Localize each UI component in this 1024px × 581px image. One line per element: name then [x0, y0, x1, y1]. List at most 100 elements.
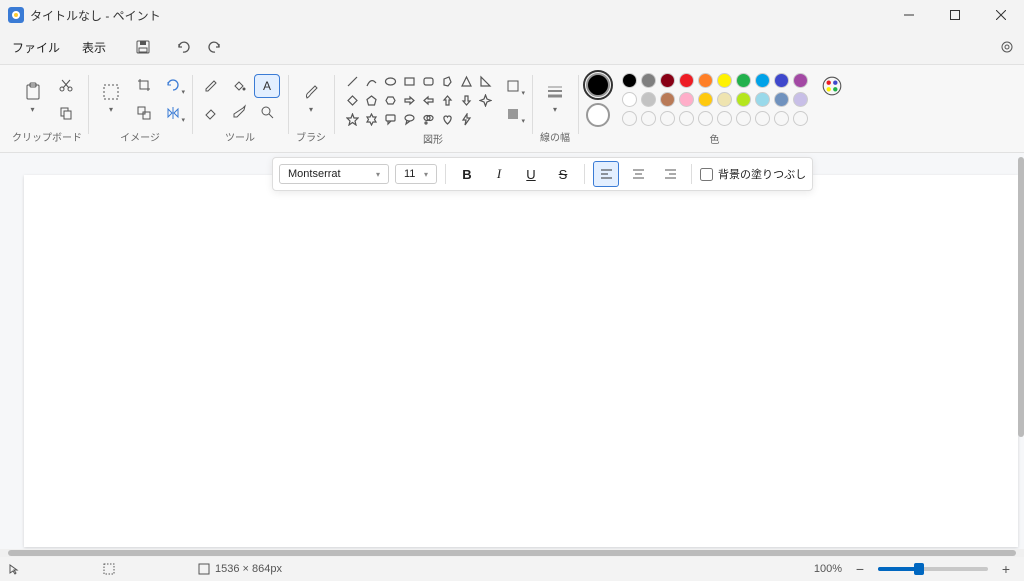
- font-size-select[interactable]: 11▾: [395, 164, 437, 184]
- resize-button[interactable]: [131, 101, 157, 125]
- shape-arrow-down[interactable]: [458, 92, 474, 108]
- flip-button[interactable]: ▾: [160, 101, 186, 125]
- shape-hexagon[interactable]: [382, 92, 398, 108]
- text-tool[interactable]: A: [254, 74, 280, 98]
- shape-callout-rect[interactable]: [382, 111, 398, 127]
- redo-button[interactable]: [200, 32, 230, 62]
- swatch[interactable]: [660, 73, 675, 88]
- horizontal-scrollbar[interactable]: [0, 549, 1024, 557]
- swatch-empty[interactable]: [774, 111, 789, 126]
- swatch[interactable]: [622, 73, 637, 88]
- font-family-select[interactable]: Montserrat▾: [279, 164, 389, 184]
- align-left-button[interactable]: [593, 161, 619, 187]
- underline-button[interactable]: U: [518, 161, 544, 187]
- swatch-empty[interactable]: [641, 111, 656, 126]
- magnifier-tool[interactable]: [254, 100, 280, 124]
- shape-right-triangle[interactable]: [477, 73, 493, 89]
- save-button[interactable]: [128, 32, 158, 62]
- paste-button[interactable]: ▾: [16, 76, 50, 122]
- line-width-button[interactable]: ▾: [538, 76, 572, 122]
- shape-star6[interactable]: [363, 111, 379, 127]
- crop-button[interactable]: [131, 73, 157, 97]
- shape-rect[interactable]: [401, 73, 417, 89]
- shape-star4[interactable]: [477, 92, 493, 108]
- close-button[interactable]: [978, 0, 1024, 30]
- menu-view[interactable]: 表示: [72, 33, 116, 62]
- maximize-button[interactable]: [932, 0, 978, 30]
- shape-callout-cloud[interactable]: [420, 111, 436, 127]
- cut-button[interactable]: [53, 73, 79, 97]
- swatch[interactable]: [698, 92, 713, 107]
- brush-button[interactable]: ▾: [294, 76, 328, 122]
- swatch-empty[interactable]: [717, 111, 732, 126]
- swatch[interactable]: [755, 73, 770, 88]
- copy-button[interactable]: [53, 101, 79, 125]
- swatch[interactable]: [755, 92, 770, 107]
- swatch[interactable]: [793, 92, 808, 107]
- swatch-empty[interactable]: [660, 111, 675, 126]
- fill-tool[interactable]: [226, 74, 252, 98]
- zoom-in-button[interactable]: +: [996, 559, 1016, 579]
- menu-file[interactable]: ファイル: [2, 33, 70, 62]
- swatch-empty[interactable]: [793, 111, 808, 126]
- shape-line[interactable]: [344, 73, 360, 89]
- swatch-empty[interactable]: [622, 111, 637, 126]
- bold-button[interactable]: B: [454, 161, 480, 187]
- swatch[interactable]: [736, 92, 751, 107]
- align-center-button[interactable]: [625, 161, 651, 187]
- swatch[interactable]: [679, 73, 694, 88]
- shape-fill-button[interactable]: ▾: [500, 102, 526, 126]
- settings-button[interactable]: [992, 32, 1022, 62]
- swatch[interactable]: [641, 92, 656, 107]
- pencil-tool[interactable]: [198, 74, 224, 98]
- canvas[interactable]: [24, 175, 1018, 547]
- swatch[interactable]: [793, 73, 808, 88]
- shape-heart[interactable]: [439, 111, 455, 127]
- shape-arrow-left[interactable]: [420, 92, 436, 108]
- italic-button[interactable]: I: [486, 161, 512, 187]
- swatch[interactable]: [717, 73, 732, 88]
- swatch-empty[interactable]: [698, 111, 713, 126]
- shape-diamond[interactable]: [344, 92, 360, 108]
- swatch-empty[interactable]: [736, 111, 751, 126]
- undo-button[interactable]: [168, 32, 198, 62]
- swatch-empty[interactable]: [755, 111, 770, 126]
- zoom-out-button[interactable]: −: [850, 559, 870, 579]
- eraser-tool[interactable]: [198, 100, 224, 124]
- vertical-scrollbar[interactable]: [1018, 157, 1024, 547]
- align-right-button[interactable]: [657, 161, 683, 187]
- color-1[interactable]: [586, 73, 610, 97]
- swatch[interactable]: [660, 92, 675, 107]
- shape-outline-button[interactable]: ▾: [500, 74, 526, 98]
- swatch[interactable]: [679, 92, 694, 107]
- edit-colors-button[interactable]: [819, 73, 845, 99]
- shape-pentagon[interactable]: [363, 92, 379, 108]
- shape-polygon[interactable]: [439, 73, 455, 89]
- select-button[interactable]: ▾: [94, 76, 128, 122]
- shape-arrow-up[interactable]: [439, 92, 455, 108]
- shape-roundrect[interactable]: [420, 73, 436, 89]
- swatch[interactable]: [774, 73, 789, 88]
- swatch[interactable]: [698, 73, 713, 88]
- shape-oval[interactable]: [382, 73, 398, 89]
- shape-triangle[interactable]: [458, 73, 474, 89]
- shape-star5[interactable]: [344, 111, 360, 127]
- swatch[interactable]: [736, 73, 751, 88]
- swatch[interactable]: [774, 92, 789, 107]
- shape-curve[interactable]: [363, 73, 379, 89]
- rotate-button[interactable]: ▾: [160, 73, 186, 97]
- swatch[interactable]: [622, 92, 637, 107]
- swatch[interactable]: [641, 73, 656, 88]
- shape-lightning[interactable]: [458, 111, 474, 127]
- shape-callout-oval[interactable]: [401, 111, 417, 127]
- swatch[interactable]: [717, 92, 732, 107]
- picker-tool[interactable]: [226, 100, 252, 124]
- group-label: 図形: [423, 131, 443, 146]
- shape-arrow-right[interactable]: [401, 92, 417, 108]
- minimize-button[interactable]: [886, 0, 932, 30]
- zoom-slider[interactable]: [878, 567, 988, 571]
- swatch-empty[interactable]: [679, 111, 694, 126]
- color-2[interactable]: [586, 103, 610, 127]
- strikethrough-button[interactable]: S: [550, 161, 576, 187]
- fill-background-checkbox[interactable]: 背景の塗りつぶし: [700, 166, 806, 182]
